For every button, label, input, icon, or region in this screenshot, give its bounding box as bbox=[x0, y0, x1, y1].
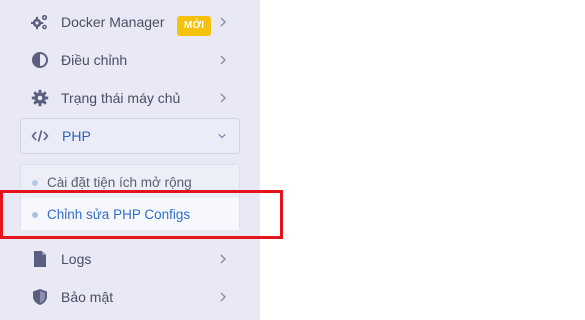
contrast-icon bbox=[31, 51, 49, 69]
bullet-dot-icon bbox=[32, 180, 38, 186]
sidebar-item-label: Trạng thái máy chủ bbox=[61, 90, 181, 106]
gear-icon bbox=[31, 89, 49, 107]
new-badge: MỚI bbox=[177, 16, 212, 36]
submenu-item-edit-php-configs[interactable]: Chỉnh sửa PHP Configs bbox=[21, 198, 239, 230]
sidebar-item-docker-manager[interactable]: Docker Manager MỚI bbox=[20, 4, 240, 40]
sidebar: Docker Manager MỚI Điều chỉnh Trạng thái… bbox=[0, 0, 260, 320]
chevron-right-icon bbox=[216, 90, 230, 106]
chevron-right-icon bbox=[216, 289, 230, 305]
sidebar-item-security[interactable]: Bảo mật bbox=[20, 279, 240, 315]
gears-icon bbox=[31, 13, 49, 31]
code-icon bbox=[31, 127, 49, 145]
sidebar-item-label: PHP bbox=[62, 128, 91, 144]
sidebar-item-label: Điều chỉnh bbox=[61, 52, 128, 68]
submenu-item-label: Cài đặt tiện ích mở rộng bbox=[47, 175, 192, 190]
shield-icon bbox=[31, 288, 49, 306]
chevron-right-icon bbox=[216, 251, 230, 267]
sidebar-item-dieu-chinh[interactable]: Điều chỉnh bbox=[20, 42, 240, 78]
submenu-item-label: Chỉnh sửa PHP Configs bbox=[47, 207, 191, 222]
sidebar-item-label: Logs bbox=[61, 251, 92, 267]
php-submenu: Cài đặt tiện ích mở rộng Chỉnh sửa PHP C… bbox=[20, 164, 240, 230]
submenu-item-install-extensions[interactable]: Cài đặt tiện ích mở rộng bbox=[21, 166, 239, 198]
chevron-right-icon bbox=[216, 14, 230, 30]
bullet-dot-icon bbox=[32, 212, 38, 218]
file-icon bbox=[31, 250, 49, 268]
sidebar-item-php[interactable]: PHP bbox=[20, 118, 240, 154]
sidebar-item-server-status[interactable]: Trạng thái máy chủ bbox=[20, 80, 240, 116]
chevron-down-icon bbox=[215, 128, 229, 144]
sidebar-item-logs[interactable]: Logs bbox=[20, 241, 240, 277]
sidebar-item-label: Bảo mật bbox=[61, 289, 114, 305]
chevron-right-icon bbox=[216, 52, 230, 68]
sidebar-item-label: Docker Manager bbox=[61, 14, 165, 30]
